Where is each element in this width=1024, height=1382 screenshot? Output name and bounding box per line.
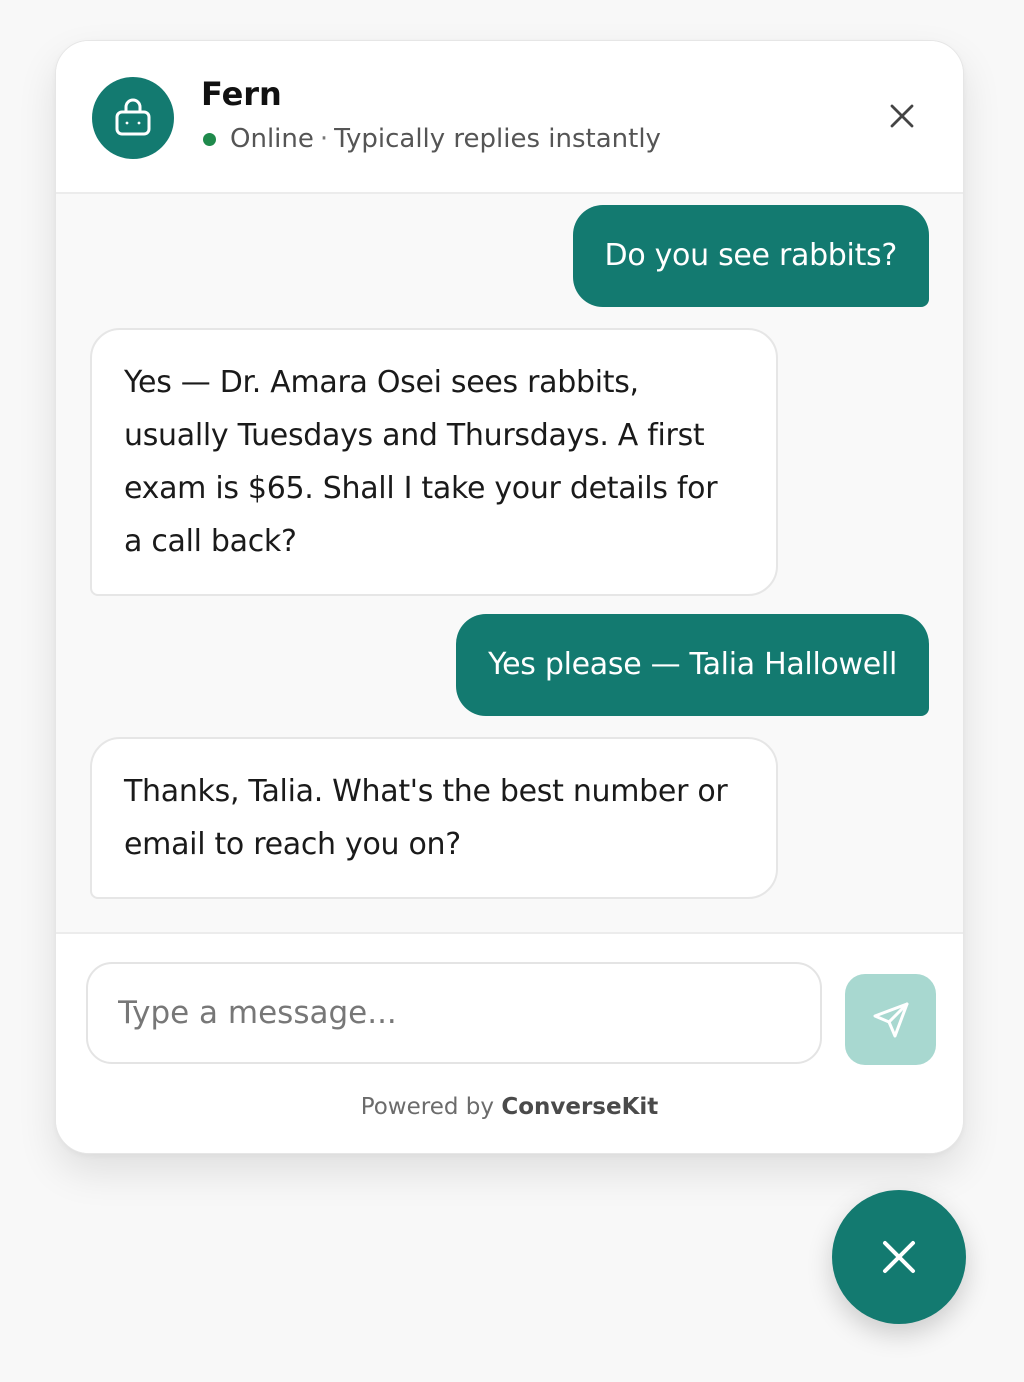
close-icon	[883, 1241, 915, 1273]
user-message: Do you see rabbits?	[572, 205, 929, 307]
status-text: Online	[230, 124, 314, 154]
message-list[interactable]: Do you see rabbits? Yes — Dr. Amara Osei…	[56, 194, 963, 934]
agent-name: Fern	[201, 75, 282, 113]
send-button[interactable]	[845, 974, 936, 1065]
status-separator: ·	[319, 124, 329, 154]
bot-message: Yes — Dr. Amara Osei sees rabbits, usual…	[90, 328, 778, 596]
close-icon	[890, 104, 914, 128]
chat-launcher-close-button[interactable]	[832, 1190, 966, 1324]
user-message: Yes please — Talia Hallowell	[456, 614, 929, 716]
powered-by: Powered by ConverseKit	[56, 1094, 963, 1120]
composer: Powered by ConverseKit	[56, 934, 963, 1153]
message-input[interactable]	[86, 962, 822, 1064]
agent-avatar	[92, 77, 174, 159]
robot-icon	[115, 98, 151, 136]
agent-status: Online · Typically replies instantly	[201, 124, 661, 154]
chat-header: Fern Online · Typically replies instantl…	[56, 41, 963, 194]
online-dot-icon	[203, 132, 216, 146]
send-icon	[873, 1002, 908, 1037]
chat-widget: Fern Online · Typically replies instantl…	[55, 40, 964, 1154]
brand-link[interactable]: ConverseKit	[501, 1094, 658, 1120]
powered-prefix: Powered by	[360, 1094, 494, 1120]
reply-time-text: Typically replies instantly	[334, 124, 661, 154]
bot-message: Thanks, Talia. What's the best number or…	[90, 737, 778, 899]
close-chat-button[interactable]	[885, 99, 919, 133]
